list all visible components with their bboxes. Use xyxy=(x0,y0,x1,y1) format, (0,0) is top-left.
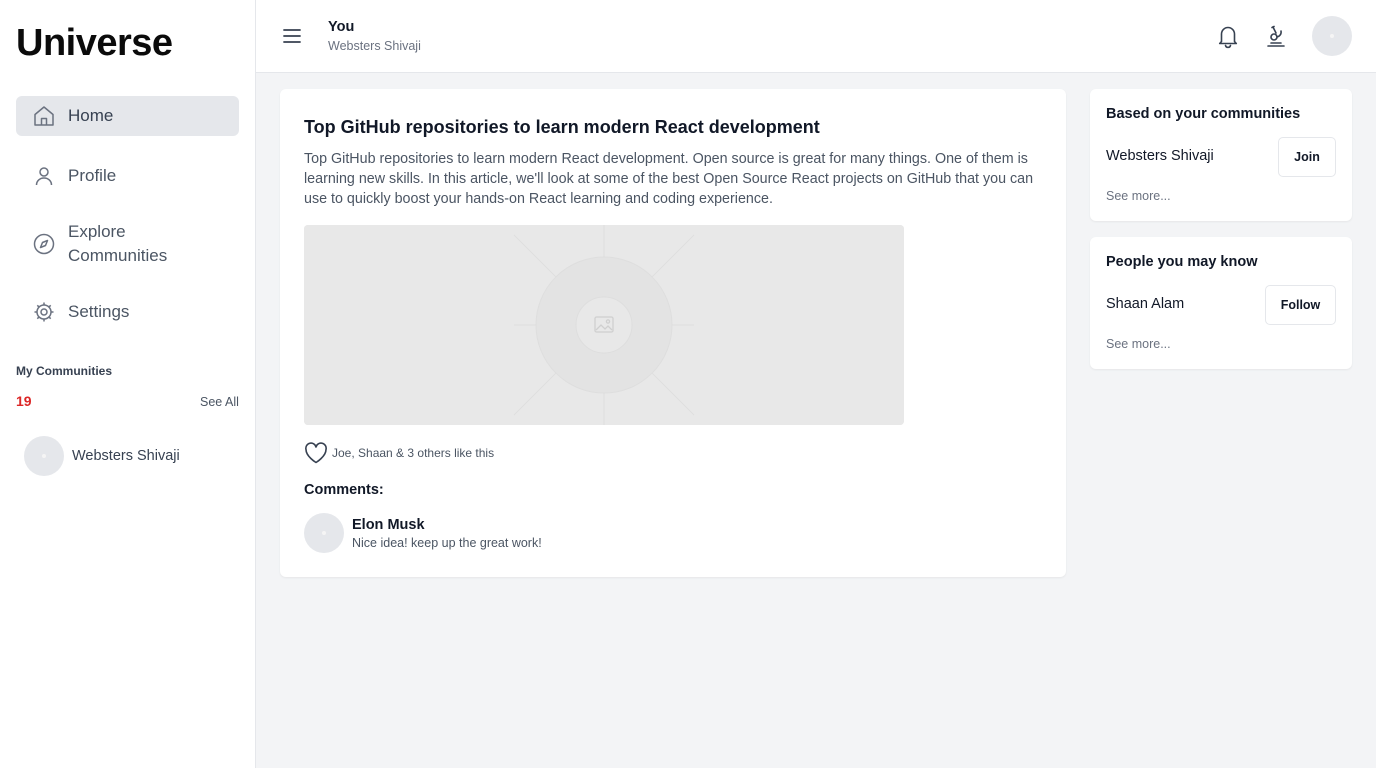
join-button[interactable]: Join xyxy=(1278,137,1336,177)
home-icon xyxy=(32,104,56,128)
people-suggestions-card: People you may know Shaan Alam Follow Se… xyxy=(1090,237,1352,369)
avatar xyxy=(24,436,64,476)
see-more-link[interactable]: See more... xyxy=(1106,337,1171,351)
sidebar-item-label-line1: Explore xyxy=(68,222,126,241)
sidebar-item-label: Home xyxy=(68,106,114,125)
sidebar-item-label: Profile xyxy=(68,166,117,185)
card-title: People you may know xyxy=(1106,254,1258,270)
sidebar-item-settings[interactable]: Settings xyxy=(16,292,239,332)
sidebar-item-home[interactable]: Home xyxy=(16,96,239,136)
compass-icon xyxy=(32,232,56,256)
user-avatar[interactable] xyxy=(1312,16,1352,56)
comment-item: Elon Musk Nice idea! keep up the great w… xyxy=(304,513,542,553)
likes-row: Joe, Shaan & 3 others like this xyxy=(304,442,494,464)
post-card: Top GitHub repositories to learn modern … xyxy=(280,89,1066,577)
avatar[interactable] xyxy=(304,513,344,553)
likes-text: Joe, Shaan & 3 others like this xyxy=(332,446,495,460)
sidebar-item-explore-communities[interactable]: Explore Communities xyxy=(16,216,239,272)
page-subtitle: Websters Shivaji xyxy=(328,39,421,53)
comment-author[interactable]: Elon Musk xyxy=(352,517,542,533)
sidebar: Universe Home Profile Explore Communitie… xyxy=(0,0,256,768)
microscope-icon[interactable] xyxy=(1262,22,1290,50)
post-body: Top GitHub repositories to learn modern … xyxy=(304,151,1034,207)
community-suggestions-card: Based on your communities Websters Shiva… xyxy=(1090,89,1352,221)
page-title: You xyxy=(328,19,355,35)
user-icon xyxy=(32,164,56,188)
heart-icon[interactable] xyxy=(304,442,328,464)
post-image-placeholder xyxy=(304,225,904,425)
bell-icon[interactable] xyxy=(1214,22,1242,50)
see-all-link[interactable]: See All xyxy=(200,395,239,409)
gear-icon xyxy=(32,300,56,324)
my-communities-count: 19 xyxy=(16,393,32,409)
post-title[interactable]: Top GitHub repositories to learn modern … xyxy=(304,117,820,138)
community-item[interactable]: Websters Shivaji xyxy=(24,436,180,476)
comments-heading: Comments: xyxy=(304,482,384,498)
menu-icon[interactable] xyxy=(282,26,302,46)
follow-button[interactable]: Follow xyxy=(1265,285,1336,325)
sidebar-item-label-line2: Communities xyxy=(68,246,168,265)
sidebar-item-profile[interactable]: Profile xyxy=(16,156,239,196)
see-more-link[interactable]: See more... xyxy=(1106,189,1171,203)
suggested-community-name: Websters Shivaji xyxy=(1106,148,1214,164)
top-header: You Websters Shivaji xyxy=(256,0,1376,73)
community-name: Websters Shivaji xyxy=(72,448,180,464)
sidebar-item-label: Settings xyxy=(68,302,130,321)
card-title: Based on your communities xyxy=(1106,106,1301,122)
sidebar-item-label: Explore Communities xyxy=(68,220,167,268)
sidebar-nav: Home Profile Explore Communities Setting… xyxy=(16,96,239,352)
my-communities-heading: My Communities xyxy=(16,364,113,378)
brand-logo[interactable]: Universe xyxy=(16,22,173,65)
suggested-person-name: Shaan Alam xyxy=(1106,296,1185,312)
comment-text: Nice idea! keep up the great work! xyxy=(352,536,542,550)
